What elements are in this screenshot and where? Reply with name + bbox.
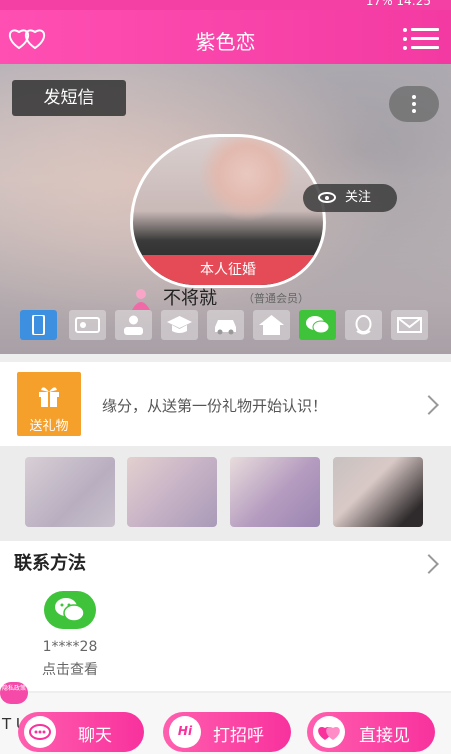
car-icon[interactable] <box>207 310 244 340</box>
list-menu-icon[interactable] <box>403 26 439 52</box>
contact-title: 联系方法 <box>14 553 86 574</box>
photo-thumbnail[interactable] <box>25 457 115 527</box>
chevron-right-icon <box>419 395 439 415</box>
house-icon[interactable] <box>253 310 290 340</box>
page-title: 紫色恋 <box>195 30 256 54</box>
avatar-tag: 本人征婚 <box>133 255 323 285</box>
chat-button[interactable]: 聊天 <box>18 712 144 752</box>
app-header: 紫色恋 <box>0 10 451 64</box>
send-sms-button[interactable]: 发短信 <box>12 80 126 116</box>
avatar[interactable]: 本人征婚 <box>130 134 326 288</box>
meet-button[interactable]: 直接见 <box>307 712 435 752</box>
chat-bubble-icon <box>24 716 56 748</box>
privacy-policy-badge[interactable]: 隐私政策 <box>0 682 28 704</box>
eye-icon <box>318 192 336 203</box>
female-user-icon <box>132 289 150 310</box>
send-gift-label: 送礼物 <box>29 419 69 434</box>
username: 不将就 <box>163 288 217 309</box>
view-contact-link[interactable]: 点击查看 <box>20 659 120 679</box>
photo-strip <box>0 446 451 542</box>
chevron-right-icon[interactable] <box>419 554 439 574</box>
status-text: 17% 14:25 <box>365 0 431 8</box>
vertical-dots-icon[interactable] <box>389 86 439 122</box>
gift-row[interactable]: 送礼物 缘分，从送第一份礼物开始认识！ <box>0 362 451 446</box>
wechat-id: 1****28 <box>42 639 98 655</box>
photo-thumbnail[interactable] <box>127 457 217 527</box>
profile-hero: 发短信 本人征婚 关注 不将就 （普通会员） <box>0 64 451 354</box>
contact-section: 联系方法 1****28 点击查看 <box>0 541 451 691</box>
wechat-icon[interactable] <box>44 591 96 629</box>
person-icon[interactable] <box>115 310 152 340</box>
greet-button[interactable]: Hi 打招呼 <box>163 712 291 752</box>
meet-label: 直接见 <box>359 726 410 746</box>
member-level: （普通会员） <box>243 292 309 305</box>
graduation-cap-icon[interactable] <box>161 310 198 340</box>
follow-button[interactable]: 关注 <box>303 184 397 212</box>
gift-prompt-text: 缘分，从送第一份礼物开始认识！ <box>102 397 328 415</box>
gift-icon <box>39 387 59 407</box>
verification-icons <box>20 310 440 342</box>
send-gift-button[interactable]: 送礼物 <box>17 372 81 436</box>
status-bar: 17% 14:25 <box>0 0 451 10</box>
mail-icon[interactable] <box>391 310 428 340</box>
chat-label: 聊天 <box>78 726 112 746</box>
wechat-icon[interactable] <box>299 310 336 340</box>
phone-icon[interactable] <box>20 310 57 340</box>
photo-thumbnail[interactable] <box>333 457 423 527</box>
id-card-icon[interactable] <box>69 310 106 340</box>
user-info: 不将就 （普通会员） <box>130 284 370 310</box>
photo-thumbnail[interactable] <box>230 457 320 527</box>
greet-label: 打招呼 <box>213 726 264 746</box>
follow-label: 关注 <box>345 190 372 205</box>
hi-icon: Hi <box>169 716 201 748</box>
qq-icon[interactable] <box>345 310 382 340</box>
hearts-icon <box>313 716 345 748</box>
